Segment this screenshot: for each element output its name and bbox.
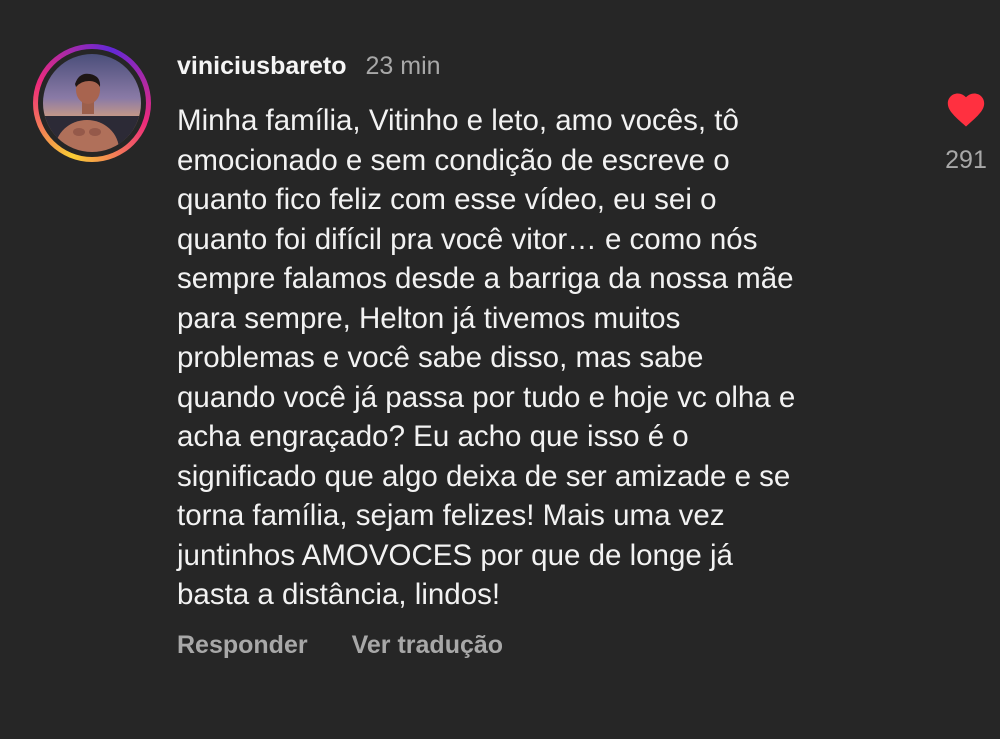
comment-line: problemas e você sabe disso, mas sabe [177, 341, 704, 374]
comment-line: quando você já passa por tudo e hoje vc … [177, 380, 796, 414]
comment-actions: Responder Ver tradução [177, 631, 503, 660]
heart-icon[interactable] [944, 88, 988, 128]
comment-line: acha engraçado? Eu acho que isso é o [177, 420, 689, 453]
reply-button[interactable]: Responder [177, 631, 308, 660]
comment-line: torna família, sejam felizes! Mais uma v… [177, 499, 725, 532]
comment-text: Minha família, Vitinho e leto, amo vocês… [177, 101, 907, 615]
avatar[interactable] [43, 54, 141, 152]
comment-line: basta a distância, lindos! [177, 578, 501, 611]
see-translation-button[interactable]: Ver tradução [352, 631, 503, 660]
comment-line: juntinhos AMOVOCES por que de longe já [177, 538, 733, 572]
story-ring[interactable] [33, 44, 151, 162]
comment-line: para sempre, Helton já tivemos muitos [177, 301, 681, 335]
like-section: 291 [938, 88, 994, 175]
comment-item: viniciusbareto 23 min Minha família, Vit… [0, 0, 1000, 739]
comment-line: significado que algo deixa de ser amizad… [177, 459, 791, 493]
comment-line: emocionado e sem condição de escreve o [177, 143, 730, 177]
username-link[interactable]: viniciusbareto [177, 52, 347, 81]
avatar-gap [38, 49, 146, 157]
comment-line: Minha família, Vitinho e leto, amo vocês… [177, 104, 739, 137]
comment-timestamp: 23 min [365, 52, 441, 80]
comment-line: quanto fico feliz com esse vídeo, eu sei… [177, 183, 717, 216]
comment-line: sempre falamos desde a barriga da nossa … [177, 262, 794, 295]
like-count: 291 [945, 146, 987, 174]
comment-line: quanto foi difícil pra você vitor… e com… [177, 222, 758, 256]
comment-header: viniciusbareto 23 min [177, 52, 441, 86]
